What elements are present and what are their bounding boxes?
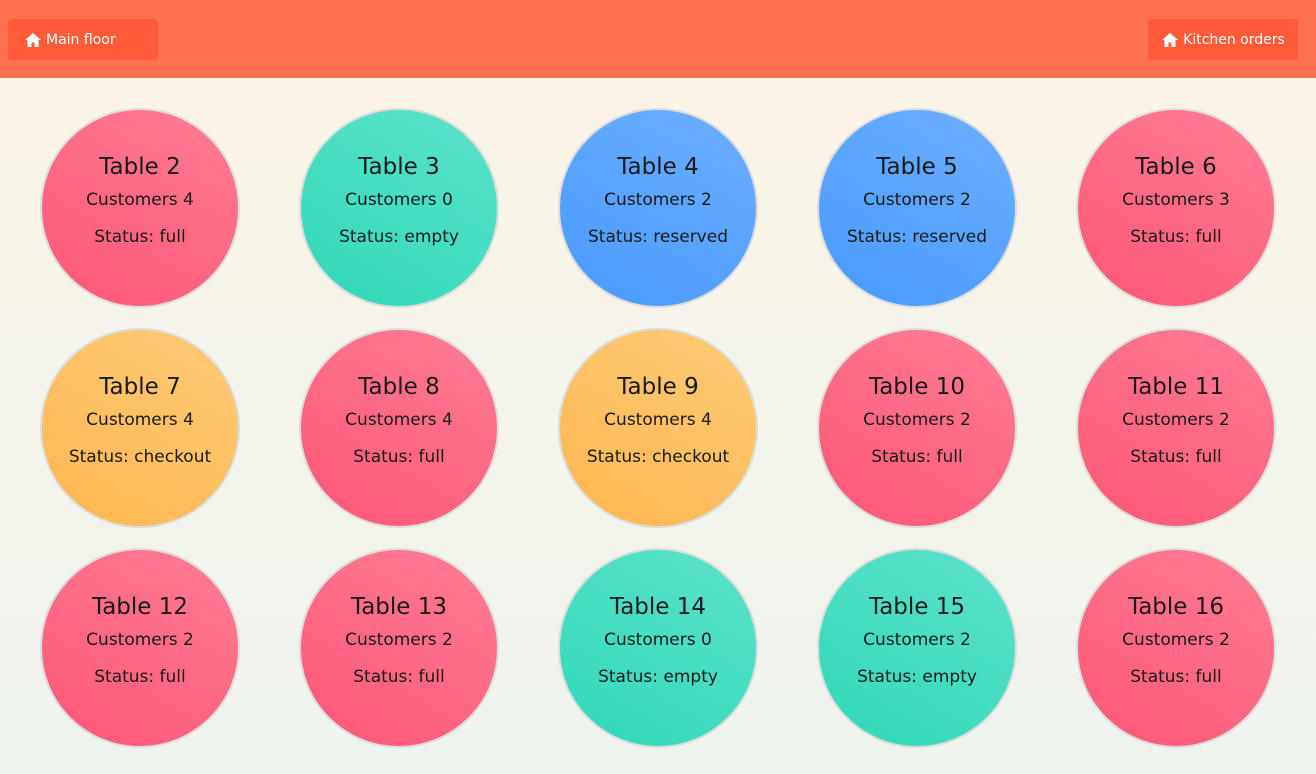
table-customers: Customers 4 <box>86 410 194 430</box>
table-card[interactable]: Table 5 Customers 2 Status: reserved <box>817 108 1017 308</box>
home-icon <box>24 32 42 48</box>
table-status: Status: full <box>353 447 445 467</box>
table-card[interactable]: Table 11 Customers 2 Status: full <box>1076 328 1276 528</box>
table-status: Status: full <box>1130 447 1222 467</box>
table-customers: Customers 2 <box>1122 410 1230 430</box>
table-customers: Customers 4 <box>345 410 453 430</box>
kitchen-orders-button[interactable]: Kitchen orders <box>1148 19 1298 60</box>
table-name: Table 13 <box>350 594 448 620</box>
table-status: Status: full <box>1130 667 1222 687</box>
table-customers: Customers 4 <box>86 190 194 210</box>
table-customers: Customers 2 <box>863 410 971 430</box>
table-status: Status: full <box>94 667 186 687</box>
table-name: Table 5 <box>876 154 958 180</box>
table-card[interactable]: Table 14 Customers 0 Status: empty <box>558 548 758 748</box>
table-status: Status: full <box>871 447 963 467</box>
table-customers: Customers 2 <box>1122 630 1230 650</box>
table-customers: Customers 0 <box>604 630 712 650</box>
table-status: Status: checkout <box>586 447 730 467</box>
table-card[interactable]: Table 4 Customers 2 Status: reserved <box>558 108 758 308</box>
table-card[interactable]: Table 15 Customers 2 Status: empty <box>817 548 1017 748</box>
top-nav-bar: Main floor Kitchen orders <box>0 0 1316 78</box>
table-name: Table 14 <box>609 594 707 620</box>
table-name: Table 15 <box>868 594 966 620</box>
table-card[interactable]: Table 12 Customers 2 Status: full <box>40 548 240 748</box>
table-status: Status: reserved <box>588 227 728 247</box>
main-floor-button[interactable]: Main floor <box>8 19 158 60</box>
table-name: Table 2 <box>99 154 181 180</box>
table-status: Status: empty <box>598 667 718 687</box>
table-customers: Customers 2 <box>604 190 712 210</box>
table-customers: Customers 2 <box>863 190 971 210</box>
table-name: Table 4 <box>617 154 699 180</box>
table-customers: Customers 4 <box>604 410 712 430</box>
table-card[interactable]: Table 6 Customers 3 Status: full <box>1076 108 1276 308</box>
table-name: Table 10 <box>868 374 966 400</box>
table-name: Table 12 <box>91 594 189 620</box>
table-name: Table 8 <box>358 374 440 400</box>
table-card[interactable]: Table 13 Customers 2 Status: full <box>299 548 499 748</box>
table-status: Status: empty <box>339 227 459 247</box>
table-customers: Customers 3 <box>1122 190 1230 210</box>
table-card[interactable]: Table 9 Customers 4 Status: checkout <box>558 328 758 528</box>
table-grid: Table 2 Customers 4 Status: full Table 3 Cus… <box>40 108 1276 748</box>
table-name: Table 6 <box>1135 154 1217 180</box>
table-card[interactable]: Table 2 Customers 4 Status: full <box>40 108 240 308</box>
table-status: Status: full <box>353 667 445 687</box>
main-floor-label: Main floor <box>46 31 116 48</box>
table-name: Table 3 <box>358 154 440 180</box>
table-card[interactable]: Table 10 Customers 2 Status: full <box>817 328 1017 528</box>
table-name: Table 11 <box>1127 374 1225 400</box>
table-name: Table 16 <box>1127 594 1225 620</box>
table-card[interactable]: Table 3 Customers 0 Status: empty <box>299 108 499 308</box>
table-customers: Customers 2 <box>345 630 453 650</box>
table-card[interactable]: Table 7 Customers 4 Status: checkout <box>40 328 240 528</box>
home-icon <box>1161 32 1179 48</box>
table-name: Table 7 <box>99 374 181 400</box>
table-card[interactable]: Table 8 Customers 4 Status: full <box>299 328 499 528</box>
table-customers: Customers 0 <box>345 190 453 210</box>
table-status: Status: full <box>94 227 186 247</box>
table-status: Status: reserved <box>847 227 987 247</box>
table-status: Status: empty <box>857 667 977 687</box>
table-card[interactable]: Table 16 Customers 2 Status: full <box>1076 548 1276 748</box>
table-customers: Customers 2 <box>863 630 971 650</box>
table-status: Status: full <box>1130 227 1222 247</box>
table-name: Table 9 <box>617 374 699 400</box>
kitchen-orders-label: Kitchen orders <box>1183 31 1285 48</box>
table-customers: Customers 2 <box>86 630 194 650</box>
table-status: Status: checkout <box>68 447 212 467</box>
